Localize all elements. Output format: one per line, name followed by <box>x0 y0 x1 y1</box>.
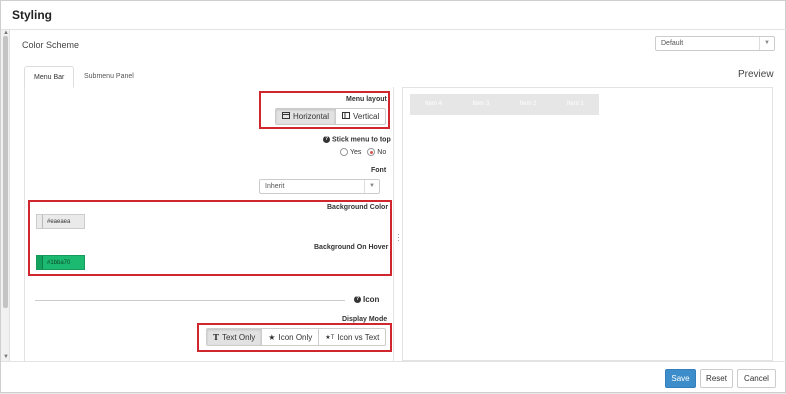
dialog-title: Styling <box>12 8 53 22</box>
section-divider <box>35 300 345 301</box>
font-label: Font <box>371 167 387 174</box>
font-select[interactable]: Inherit ▼ <box>259 179 380 194</box>
stick-menu-label: ? Stick menu to top <box>323 136 391 144</box>
preview-menu-bar: Item 4 Item 3 Item 2 Item 1 <box>410 94 599 115</box>
preview-panel <box>402 87 773 361</box>
preview-menu-item[interactable]: Item 4 <box>410 94 457 115</box>
styling-dialog: Styling ▲ ▼ Color Scheme Default ▼ Menu … <box>0 0 786 393</box>
stick-menu-radios: Yes No <box>340 148 386 156</box>
save-button[interactable]: Save <box>665 369 696 388</box>
preview-title: Preview <box>738 69 774 80</box>
color-scheme-label: Color Scheme <box>22 40 80 50</box>
menu-layout-highlight <box>259 91 390 129</box>
resize-handle-icon[interactable]: · · · <box>397 231 400 245</box>
help-icon: ? <box>323 136 330 143</box>
tab-menu-bar[interactable]: Menu Bar <box>24 66 75 88</box>
preview-menu-item[interactable]: Item 1 <box>552 94 599 115</box>
dialog-footer: Save Reset Cancel <box>1 361 786 394</box>
color-scheme-value: Default <box>661 40 684 47</box>
cancel-button[interactable]: Cancel <box>737 369 776 388</box>
background-highlight <box>28 200 392 276</box>
icon-section-title: ? Icon <box>354 295 380 304</box>
dialog-header: Styling <box>1 1 786 30</box>
display-mode-highlight <box>197 323 392 352</box>
color-scheme-select[interactable]: Default ▼ <box>655 36 775 51</box>
font-value: Inherit <box>265 183 285 190</box>
chevron-down-icon: ▼ <box>759 37 774 50</box>
tab-submenu-panel[interactable]: Submenu Panel <box>75 66 143 88</box>
vertical-scrollbar[interactable]: ▲ ▼ <box>1 30 10 361</box>
preview-menu-item[interactable]: Item 2 <box>505 94 552 115</box>
scrollbar-thumb[interactable] <box>3 36 8 308</box>
help-icon: ? <box>354 296 361 304</box>
display-mode-label: Display Mode <box>342 316 388 323</box>
scroll-down-icon[interactable]: ▼ <box>3 354 9 360</box>
preview-menu-item[interactable]: Item 3 <box>457 94 504 115</box>
reset-button[interactable]: Reset <box>700 369 733 388</box>
chevron-down-icon: ▼ <box>364 180 379 193</box>
stick-no-radio[interactable]: No <box>367 148 386 156</box>
stick-yes-radio[interactable]: Yes <box>340 148 361 156</box>
